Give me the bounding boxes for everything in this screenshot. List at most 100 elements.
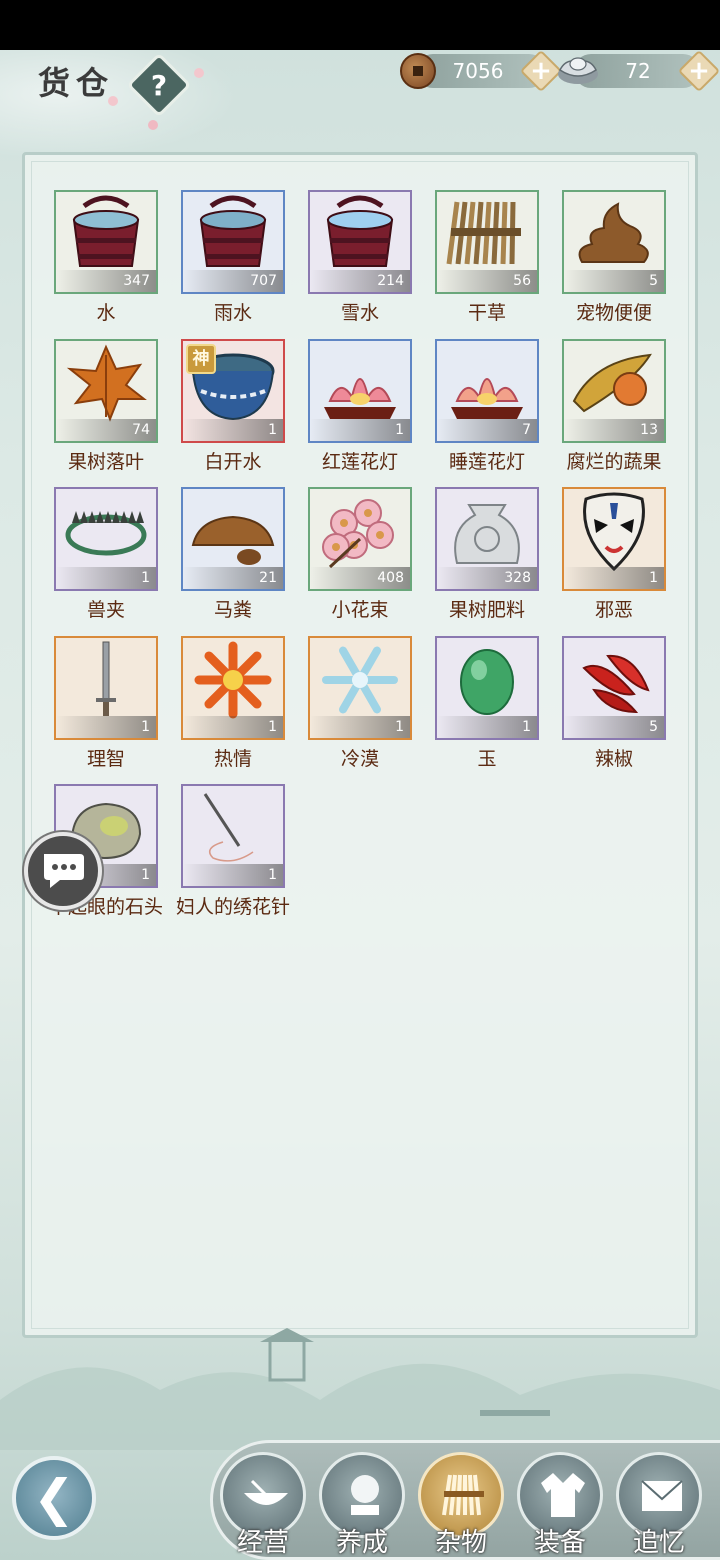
item-name: 邪恶 (594, 599, 633, 621)
item-count: 1 (56, 716, 156, 738)
item-count: 13 (564, 419, 664, 441)
tab-label: 装备 (533, 1528, 586, 1558)
item-count: 1 (56, 567, 156, 589)
tab-label: 杂物 (434, 1528, 487, 1558)
item-slot[interactable]: 408 (308, 487, 412, 591)
item-count: 707 (183, 270, 283, 292)
inventory-item[interactable]: 707 雨水 (181, 190, 285, 325)
blossom-decoration (148, 120, 158, 130)
tab-letter[interactable]: 追忆 (614, 1452, 704, 1560)
inventory-item[interactable]: 1 冷漠 (308, 636, 412, 771)
item-slot[interactable]: 5 (562, 190, 666, 294)
item-count: 5 (564, 716, 664, 738)
page-title: 货仓 (38, 64, 115, 102)
inventory-item[interactable]: 1 热情 (181, 636, 285, 771)
item-slot[interactable]: 神1 (181, 339, 285, 443)
tab-label: 养成 (335, 1528, 388, 1558)
inventory-item[interactable]: 1玉 (435, 636, 539, 771)
item-count: 347 (56, 270, 156, 292)
item-name: 白开水 (204, 451, 262, 473)
item-name: 雪水 (340, 302, 379, 324)
item-name: 玉 (477, 748, 497, 770)
plus-icon: + (688, 56, 710, 86)
item-name: 水 (96, 302, 116, 324)
item-name: 睡莲花灯 (448, 451, 525, 473)
item-count: 328 (437, 567, 537, 589)
item-name: 干草 (467, 302, 506, 324)
tab-label: 追忆 (632, 1528, 685, 1558)
item-name: 热情 (213, 748, 252, 770)
tab-robe[interactable]: 装备 (515, 1452, 605, 1560)
item-slot[interactable]: 1 (54, 487, 158, 591)
inventory-item[interactable]: 1 妇人的绣花针 (176, 784, 290, 919)
plus-icon: + (530, 56, 552, 86)
status-bar (0, 0, 720, 50)
inventory-item[interactable]: 408 小花束 (308, 487, 412, 622)
inventory-item[interactable]: 13 腐烂的蔬果 (562, 339, 666, 474)
item-count: 7 (437, 419, 537, 441)
item-count: 1 (183, 864, 283, 886)
item-slot[interactable]: 13 (562, 339, 666, 443)
item-slot[interactable]: 1 (181, 784, 285, 888)
item-slot[interactable]: 7 (435, 339, 539, 443)
item-count: 21 (183, 567, 283, 589)
blossom-decoration (194, 68, 204, 78)
inventory-item[interactable]: 1 邪恶 (562, 487, 666, 622)
item-slot[interactable]: 707 (181, 190, 285, 294)
inventory-item[interactable]: 1 红莲花灯 (308, 339, 412, 474)
item-count: 56 (437, 270, 537, 292)
item-count: 408 (310, 567, 410, 589)
item-name: 红莲花灯 (321, 451, 398, 473)
item-count: 1 (310, 716, 410, 738)
item-slot[interactable]: 56 (435, 190, 539, 294)
item-slot[interactable]: 1 (308, 339, 412, 443)
item-name: 果树肥料 (448, 599, 525, 621)
item-slot[interactable]: 1 (435, 636, 539, 740)
item-count: 1 (310, 419, 410, 441)
inventory-item[interactable]: 347 水 (54, 190, 158, 325)
item-slot[interactable]: 1 (562, 487, 666, 591)
copper-amount: 7056 (452, 59, 504, 83)
item-name: 妇人的绣花针 (175, 896, 290, 918)
item-slot[interactable]: 1 (54, 636, 158, 740)
landscape-decoration (0, 1328, 720, 1450)
inventory-item[interactable]: 1 理智 (54, 636, 158, 771)
inventory-item[interactable]: 214 雪水 (308, 190, 412, 325)
tab-bundle[interactable]: 杂物 (416, 1452, 506, 1560)
item-name: 雨水 (213, 302, 252, 324)
item-slot[interactable]: 74 (54, 339, 158, 443)
help-icon: ? (150, 68, 168, 102)
item-slot[interactable]: 328 (435, 487, 539, 591)
item-name: 辣椒 (594, 748, 633, 770)
back-button[interactable]: ❮ (12, 1456, 96, 1540)
copper-coin-icon (400, 53, 436, 89)
item-slot[interactable]: 347 (54, 190, 158, 294)
item-name: 腐烂的蔬果 (566, 451, 662, 473)
item-name: 小花束 (331, 599, 389, 621)
inventory-item[interactable]: 74 果树落叶 (54, 339, 158, 474)
silver-amount: 72 (625, 59, 651, 83)
inventory-item[interactable]: 328 果树肥料 (435, 487, 539, 622)
inventory-item[interactable]: 5 宠物便便 (562, 190, 666, 325)
item-count: 1 (183, 419, 283, 441)
cloud-decoration (0, 50, 240, 160)
item-name: 宠物便便 (575, 302, 652, 324)
item-slot[interactable]: 1 (308, 636, 412, 740)
floating-chat-button[interactable] (24, 832, 102, 910)
tab-bowl[interactable]: 经营 (218, 1452, 308, 1560)
inventory-item[interactable]: 5 辣椒 (562, 636, 666, 771)
inventory-item[interactable]: 21 马粪 (181, 487, 285, 622)
inventory-item[interactable]: 56 干草 (435, 190, 539, 325)
item-slot[interactable]: 21 (181, 487, 285, 591)
inventory-item[interactable]: 7 睡莲花灯 (435, 339, 539, 474)
item-slot[interactable]: 1 (181, 636, 285, 740)
item-count: 214 (310, 270, 410, 292)
item-count: 74 (56, 419, 156, 441)
tab-crystal-ball[interactable]: 养成 (317, 1452, 407, 1560)
item-slot[interactable]: 5 (562, 636, 666, 740)
inventory-item[interactable]: 神 1 白开水 (181, 339, 285, 474)
back-arrow-icon: ❮ (33, 1469, 75, 1527)
inventory-item[interactable]: 1 兽夹 (54, 487, 158, 622)
item-name: 果树落叶 (67, 451, 144, 473)
item-slot[interactable]: 214 (308, 190, 412, 294)
